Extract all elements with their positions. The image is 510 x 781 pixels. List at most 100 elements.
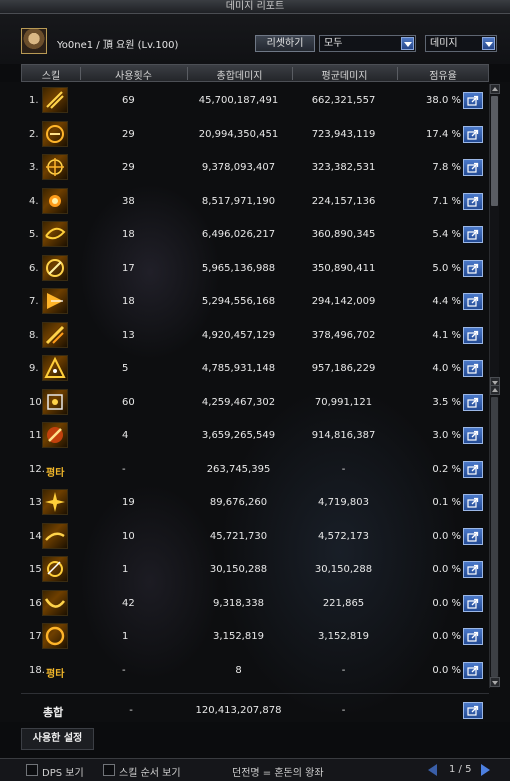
total-damage: 4,785,931,148	[201, 363, 276, 374]
metric-select[interactable]: 데미지	[425, 35, 497, 52]
table-row: 14. 10 45,721,730 4,572,173 0.0 %	[21, 520, 489, 553]
export-icon[interactable]	[463, 192, 483, 210]
table-row: 8. 13 4,920,457,129 378,496,702 4.1 %	[21, 319, 489, 352]
col-total: 총합데미지	[216, 71, 263, 82]
row-index: 4.	[29, 195, 39, 207]
arrow-icon	[42, 288, 68, 314]
share-percent: 0.2 %	[432, 463, 461, 475]
export-icon[interactable]	[463, 628, 483, 645]
export-icon[interactable]	[463, 527, 483, 545]
avg-damage: 30,150,288	[314, 564, 373, 575]
use-count: -	[122, 463, 126, 475]
total-damage: 45,721,730	[209, 530, 268, 542]
table-row: 4. 38 8,517,971,190 224,157,136 7.1 %	[21, 185, 489, 218]
export-icon[interactable]	[463, 293, 483, 310]
total-damage: 45,700,187,491	[198, 95, 279, 106]
filter-select-value: 모두	[324, 38, 343, 49]
avg-damage: 360,890,345	[311, 229, 376, 240]
share-percent: 7.1 %	[432, 195, 461, 207]
share-percent: 0.1 %	[432, 497, 461, 508]
next-page-icon[interactable]	[478, 763, 492, 777]
export-icon[interactable]	[463, 594, 483, 612]
total-damage: 8	[235, 664, 242, 676]
frame-icon	[42, 388, 68, 415]
scroll-up-icon[interactable]	[490, 385, 500, 395]
total-row: 총합 - 120,413,207,878 -	[21, 693, 489, 726]
share-percent: 17.4 %	[426, 128, 461, 140]
export-icon[interactable]	[463, 159, 483, 176]
share-percent: 3.0 %	[432, 430, 461, 441]
avg-damage: 3,152,819	[318, 631, 369, 642]
target-icon	[42, 556, 68, 582]
share-percent: 0.0 %	[432, 597, 461, 609]
share-percent: 38.0 %	[426, 95, 461, 106]
total-damage: 3,152,819	[213, 631, 264, 642]
reset-button[interactable]: 리셋하기	[255, 35, 315, 52]
col-skill: 스킬	[41, 71, 61, 82]
export-icon[interactable]	[463, 259, 483, 277]
character-name: Yo0ne1 / 頂 요원 (Lv.100)	[57, 40, 179, 51]
skill-order-checkbox[interactable]	[103, 764, 115, 776]
avg-damage: 957,186,229	[311, 363, 376, 374]
metric-select-value: 데미지	[430, 38, 458, 49]
export-icon[interactable]	[463, 226, 483, 243]
export-icon[interactable]	[463, 702, 483, 719]
row-index: 18.	[29, 664, 45, 676]
triangle-icon	[42, 355, 68, 381]
used-settings-tab[interactable]: 사용한 설정	[21, 728, 94, 750]
avg-damage: -	[341, 664, 346, 676]
table-row: 1. 69 45,700,187,491 662,321,557 38.0 %	[21, 84, 489, 117]
export-icon[interactable]	[463, 360, 483, 377]
table-row: 15. 1 30,150,288 30,150,288 0.0 %	[21, 553, 489, 586]
basic-attack-label: 평타	[46, 467, 65, 479]
share-percent: 4.0 %	[432, 363, 461, 374]
filter-select[interactable]: 모두	[319, 35, 416, 52]
share-percent: 5.4 %	[432, 229, 461, 240]
export-icon[interactable]	[463, 125, 483, 143]
basic-attack-label: 평타	[46, 668, 65, 680]
table-row: 6. 17 5,965,136,988 350,890,411 5.0 %	[21, 252, 489, 285]
avg-damage: 221,865	[322, 597, 365, 609]
wave-icon	[42, 522, 68, 549]
export-icon[interactable]	[463, 561, 483, 578]
table-row: 12. 평타 - 263,745,395 - 0.2 %	[21, 453, 489, 486]
export-icon[interactable]	[463, 427, 483, 444]
scroll-down-icon[interactable]	[490, 677, 500, 687]
scroll-up-icon[interactable]	[490, 84, 500, 94]
row-index: 1.	[29, 95, 39, 106]
arc-icon	[42, 589, 68, 616]
ring-icon	[42, 120, 68, 147]
row-index: 8.	[29, 329, 39, 341]
avg-damage: 350,890,411	[311, 262, 376, 274]
table-row: 5. 18 6,496,026,217 360,890,345 5.4 %	[21, 218, 489, 251]
export-icon[interactable]	[463, 494, 483, 511]
footer-bar: DPS 보기 스킬 순서 보기 던전명 = 혼돈의 왕좌 1 / 5	[0, 758, 510, 781]
chevron-down-icon[interactable]	[482, 37, 495, 50]
export-icon[interactable]	[463, 393, 483, 411]
use-count: 1	[122, 564, 129, 575]
total-damage: 9,378,093,407	[201, 162, 276, 173]
export-icon[interactable]	[463, 661, 483, 679]
skill-order-label: 스킬 순서 보기	[119, 768, 181, 779]
chevron-down-icon[interactable]	[401, 37, 414, 50]
export-icon[interactable]	[463, 92, 483, 109]
avg-damage: 4,719,803	[318, 497, 369, 508]
export-icon[interactable]	[463, 460, 483, 478]
row-index: 5.	[29, 229, 39, 240]
use-count: 29	[122, 128, 135, 140]
total-damage: 120,413,207,878	[195, 705, 282, 716]
strike-icon	[42, 422, 68, 448]
export-icon[interactable]	[463, 326, 483, 344]
table-row: 9. 5 4,785,931,148 957,186,229 4.0 %	[21, 352, 489, 385]
scrollbar[interactable]	[489, 84, 500, 688]
avg-damage: 4,572,173	[318, 530, 369, 542]
scroll-thumb[interactable]	[491, 96, 498, 206]
share-percent: 0.0 %	[432, 664, 461, 676]
scroll-thumb[interactable]	[491, 397, 498, 677]
row-index: 9.	[29, 363, 39, 374]
crosshair-icon	[42, 154, 68, 180]
avg-damage: 224,157,136	[311, 195, 376, 207]
dps-checkbox[interactable]	[26, 764, 38, 776]
total-damage: 9,318,338	[213, 597, 264, 609]
prev-page-icon[interactable]	[426, 763, 440, 777]
